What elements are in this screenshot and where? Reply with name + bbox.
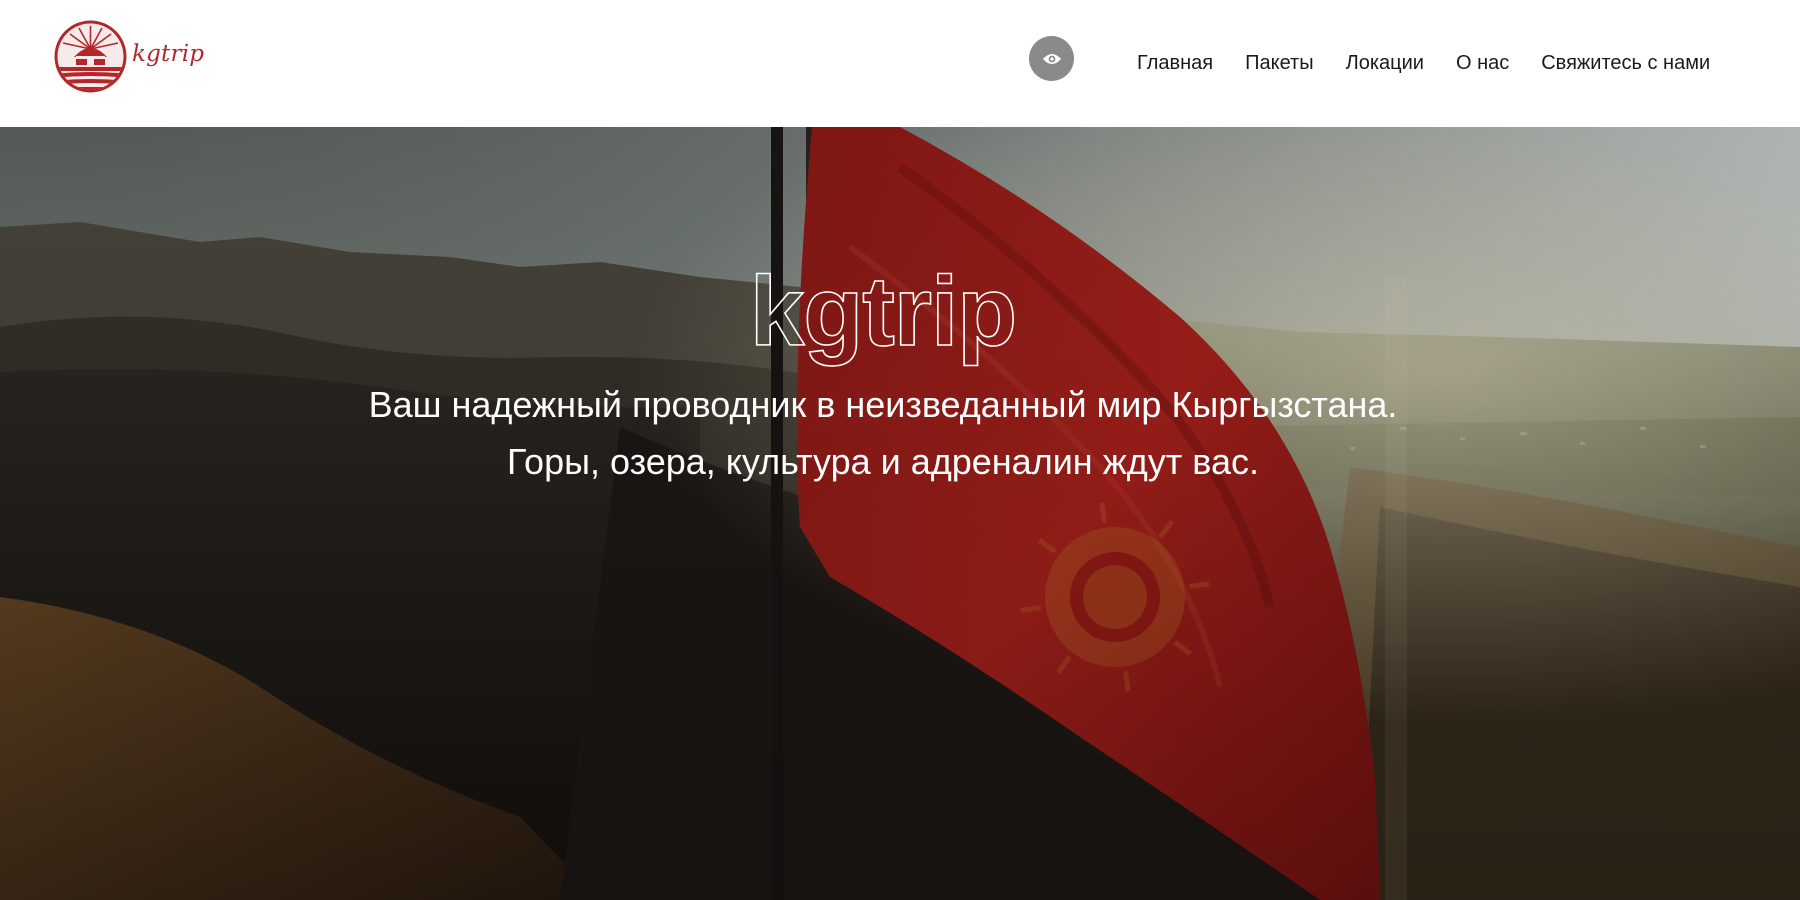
hero-tagline-line-1: Ваш надежный проводник в неизведанный ми… <box>368 384 1398 425</box>
hero-tagline-line-2: Горы, озера, культура и адреналин ждут в… <box>506 441 1260 482</box>
logo-link[interactable]: kgtrip <box>53 19 204 94</box>
eye-icon <box>1042 53 1061 64</box>
hero-background-image <box>0 127 1800 900</box>
nav-contact[interactable]: Свяжитесь с нами <box>1541 51 1710 75</box>
hero-title: kgtrip <box>749 255 1018 367</box>
yurt-emblem-icon <box>54 20 127 93</box>
accessibility-toggle-button[interactable] <box>1029 36 1074 81</box>
site-header: kgtrip Главная Пакеты Локации О нас Свяж… <box>0 0 1800 127</box>
nav-home[interactable]: Главная <box>1137 51 1213 75</box>
main-nav: Главная Пакеты Локации О нас Свяжитесь с… <box>1137 51 1710 75</box>
nav-locations[interactable]: Локации <box>1346 51 1424 75</box>
hero-section: kgtrip Ваш надежный проводник в неизведа… <box>0 127 1800 900</box>
nav-packages[interactable]: Пакеты <box>1245 51 1313 75</box>
nav-about[interactable]: О нас <box>1456 51 1509 75</box>
logo-text: kgtrip <box>132 40 205 67</box>
